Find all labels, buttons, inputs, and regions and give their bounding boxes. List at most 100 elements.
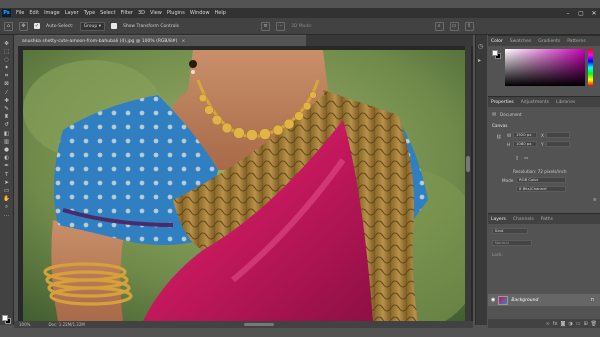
blend-mode-dropdown[interactable]: Normal — [492, 240, 532, 246]
magic-wand-icon[interactable]: ✦ — [3, 66, 11, 73]
stamp-icon[interactable]: ♜ — [3, 115, 11, 122]
y-field[interactable] — [546, 141, 570, 147]
lock-label: Lock: — [492, 252, 503, 257]
visibility-eye-icon[interactable]: ◉ — [491, 297, 495, 303]
move-icon[interactable]: ✥ — [3, 41, 11, 48]
color-field[interactable] — [505, 49, 585, 86]
tab-swatches[interactable]: Swatches — [510, 39, 532, 44]
menu-help[interactable]: Help — [215, 10, 226, 16]
zoom-level[interactable]: 100% — [19, 322, 30, 327]
hand-icon[interactable]: ✋ — [3, 197, 11, 204]
auto-select-dropdown[interactable]: Group ▾ — [79, 21, 105, 31]
vertical-scroll-thumb[interactable] — [466, 156, 470, 172]
align-icon[interactable]: ≡ — [260, 21, 270, 31]
shape-icon[interactable]: ▭ — [3, 188, 11, 195]
hue-slider[interactable] — [588, 49, 593, 86]
fx-icon[interactable]: fx — [553, 321, 558, 327]
menu-plugins[interactable]: Plugins — [167, 10, 185, 16]
distribute-icon[interactable]: ⋯ — [275, 21, 285, 31]
document-tab[interactable]: anushka shetty-cute-amoon-from-bahubali … — [18, 35, 306, 46]
minimize-button[interactable]: – — [562, 8, 574, 18]
close-button[interactable]: ✕ — [588, 8, 600, 18]
options-bar: ⌂ ✥ ✓ Auto-Select: Group ▾ Show Transfor… — [0, 18, 600, 35]
layers-panel: Layers Channels Paths Kind Normal Lock: — [488, 213, 600, 328]
layer-filter-dropdown[interactable]: Kind — [492, 228, 528, 234]
menu-layer[interactable]: Layer — [65, 10, 79, 16]
menu-image[interactable]: Image — [44, 10, 60, 16]
document-tab-title: anushka shetty-cute-amoon-from-bahubali … — [22, 38, 178, 44]
link-layers-icon[interactable]: ∞ — [546, 321, 550, 327]
lasso-icon[interactable]: ◌ — [3, 57, 11, 64]
layer-name[interactable]: Background — [511, 298, 538, 303]
home-icon[interactable]: ⌂ — [4, 21, 13, 31]
gradient-icon[interactable]: ▥ — [3, 139, 11, 146]
history-icon[interactable]: ◷ — [478, 43, 483, 50]
tools-panel: ✥ ⬚ ◌ ✦ ⌗ ⊠ ⁄ ✚ ✎ ♜ ↺ ◧ ▥ ● ◐ ✒ T ➤ ▭ ✋ … — [0, 35, 14, 325]
tab-color[interactable]: Color — [491, 39, 503, 44]
panel-menu-icon[interactable]: ≡ — [593, 197, 597, 202]
tab-paths[interactable]: Paths — [541, 217, 553, 222]
workspace-icon[interactable]: ▭ — [449, 21, 459, 31]
auto-select-checkbox[interactable]: ✓ — [34, 23, 40, 29]
path-select-icon[interactable]: ➤ — [3, 180, 11, 187]
type-icon[interactable]: T — [3, 172, 11, 179]
tab-layers[interactable]: Layers — [491, 217, 506, 222]
mode-dropdown[interactable]: RGB Color — [516, 177, 566, 183]
pen-icon[interactable]: ✒ — [3, 164, 11, 171]
transform-controls-label: Show Transform Controls — [122, 23, 179, 29]
eyedropper-icon[interactable]: ⁄ — [3, 90, 11, 97]
more-tools-icon[interactable]: … — [3, 213, 11, 220]
tab-channels[interactable]: Channels — [513, 217, 534, 222]
group-icon[interactable]: ▭ — [576, 321, 581, 327]
menu-edit[interactable]: Edit — [29, 10, 39, 16]
crop-icon[interactable]: ⌗ — [3, 74, 11, 81]
menu-filter[interactable]: Filter — [121, 10, 133, 16]
tab-gradients[interactable]: Gradients — [538, 39, 560, 44]
canvas-area[interactable] — [18, 46, 473, 321]
marquee-icon[interactable]: ⬚ — [3, 49, 11, 56]
horizontal-scroll-thumb[interactable] — [244, 323, 274, 326]
eraser-icon[interactable]: ◧ — [3, 131, 11, 138]
tab-patterns[interactable]: Patterns — [567, 39, 586, 44]
transform-controls-checkbox[interactable] — [110, 23, 117, 29]
new-layer-icon[interactable]: ⊞ — [583, 321, 587, 327]
height-field[interactable]: 1080 px — [513, 141, 537, 147]
share-icon[interactable]: ⇪ — [464, 21, 474, 31]
healing-icon[interactable]: ✚ — [3, 98, 11, 105]
menu-view[interactable]: View — [150, 10, 162, 16]
menu-select[interactable]: Select — [100, 10, 115, 16]
menu-window[interactable]: Window — [190, 10, 210, 16]
layer-row-background[interactable]: ◉ Background ⊓ — [488, 294, 600, 306]
vertical-scrollbar[interactable] — [465, 46, 471, 321]
photo-illustration — [23, 50, 465, 321]
x-field[interactable] — [546, 132, 570, 138]
adjustment-layer-icon[interactable]: ◑ — [568, 321, 572, 327]
frame-icon[interactable]: ⊠ — [3, 82, 11, 89]
menu-file[interactable]: File — [16, 10, 24, 16]
close-tab-icon[interactable]: × — [181, 39, 185, 44]
blur-icon[interactable]: ● — [3, 147, 11, 154]
history-brush-icon[interactable]: ↺ — [3, 123, 11, 130]
panel-foreground-swatch[interactable] — [492, 50, 498, 56]
menu-3d[interactable]: 3D — [138, 10, 145, 16]
dodge-icon[interactable]: ◐ — [3, 156, 11, 163]
foreground-color-swatch[interactable] — [2, 315, 8, 321]
orientation-portrait-icon[interactable]: ▯ — [516, 155, 518, 160]
move-tool-preset-icon[interactable]: ✥ — [19, 21, 28, 31]
bit-depth-dropdown[interactable]: 8 Bits/Channel — [516, 186, 566, 192]
tab-adjustments[interactable]: Adjustments — [521, 100, 549, 105]
maximize-button[interactable]: ▢ — [575, 8, 587, 18]
link-icon[interactable]: ⛓ — [496, 134, 501, 140]
tab-properties[interactable]: Properties — [491, 100, 514, 105]
zoom-icon[interactable]: ⌕ — [3, 205, 11, 212]
search-icon[interactable]: ⌕ — [434, 21, 444, 31]
document-image[interactable] — [23, 50, 465, 321]
delete-layer-icon[interactable]: 🗑 — [591, 321, 597, 327]
brush-icon[interactable]: ✎ — [3, 106, 11, 114]
tab-libraries[interactable]: Libraries — [556, 100, 575, 105]
width-field[interactable]: 1920 px — [513, 132, 537, 138]
mask-icon[interactable]: ◙ — [560, 321, 565, 327]
orientation-landscape-icon[interactable]: ▭ — [524, 155, 528, 160]
actions-icon[interactable]: ▸ — [478, 57, 481, 64]
menu-type[interactable]: Type — [84, 10, 95, 16]
